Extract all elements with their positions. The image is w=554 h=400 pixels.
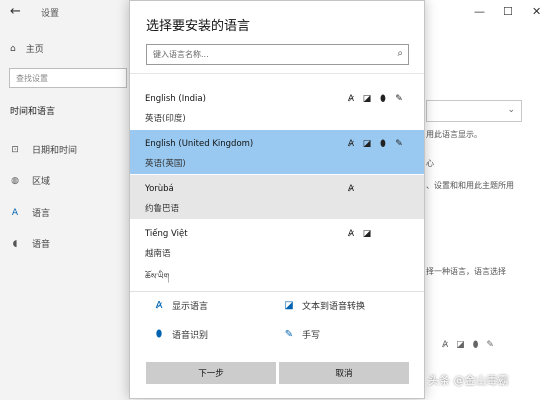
legend-label: 文本到语音转换 — [302, 302, 366, 312]
cancel-button[interactable]: 取消 — [279, 362, 409, 384]
divider — [130, 291, 424, 292]
background-feature-icons: A̷ ◪ ⬮ ✎ — [442, 340, 494, 350]
language-name: Tiếng Việt — [145, 229, 188, 239]
background-text: 心 — [426, 159, 434, 168]
legend-label: 语音识别 — [172, 331, 209, 341]
language-item-english-uk[interactable]: English (United Kingdom) 英语(英国) A̷ ◪ ⬮ ✎ — [130, 130, 424, 174]
search-icon[interactable]: ⌕ — [397, 48, 403, 59]
handwriting-icon: ✎ — [486, 340, 494, 350]
background-text: 择一种语言，语言选择 — [426, 267, 506, 276]
background-text: 、设置和和用此主题所用 — [426, 181, 514, 190]
home-icon: ⌂ — [10, 43, 16, 54]
divider — [130, 73, 424, 74]
sidebar-item-region[interactable]: ◍ 区域 — [10, 174, 51, 188]
calendar-icon: ⊡ — [11, 144, 19, 155]
sidebar-item-label: 语言 — [32, 209, 51, 219]
language-item-yoruba[interactable]: Yorùbá 约鲁巴语 A̷ — [130, 175, 424, 219]
speech-icon: ⬮ — [472, 340, 479, 350]
watermark: 头条 @金山毒霸 — [428, 374, 509, 387]
settings-sidebar: ← 设置 ⌂ 主页 查找设置 时间和语言 ⊡ 日期和时间 ◍ 区域 A 语言 ◖… — [0, 0, 130, 400]
language-name: English (India) — [145, 94, 206, 104]
section-heading: 时间和语言 — [10, 107, 56, 117]
sidebar-item-label: 区域 — [32, 177, 51, 187]
close-window-button[interactable]: ✕ — [532, 5, 541, 18]
tts-icon: ◪ — [362, 139, 372, 149]
feature-icons: A̷ ◪ ⬮ ✎ — [346, 139, 404, 149]
search-placeholder: 键入语言名称... — [153, 50, 209, 59]
legend-display-language: A̷ 显示语言 — [154, 299, 208, 312]
tts-icon: ◪ — [284, 300, 294, 311]
legend-label: 显示语言 — [172, 302, 209, 312]
language-native-name: 越南语 — [145, 249, 171, 259]
language-name: Yorùbá — [145, 184, 174, 194]
language-item-english-india[interactable]: English (India) 英语(印度) A̷ ◪ ⬮ ✎ — [130, 85, 424, 129]
handwriting-icon: ✎ — [284, 329, 294, 340]
next-button[interactable]: 下一步 — [146, 362, 276, 384]
legend-label: 手写 — [302, 331, 321, 341]
feature-icons: A̷ — [346, 184, 356, 194]
sidebar-item-date-time[interactable]: ⊡ 日期和时间 — [10, 143, 78, 157]
language-search-input[interactable]: 键入语言名称... ⌕ — [146, 44, 409, 65]
display-icon: A̷ — [347, 229, 355, 239]
language-name: English (United Kingdom) — [145, 139, 254, 149]
sidebar-item-language[interactable]: A 语言 — [10, 206, 51, 220]
language-native-name: 英语(印度) — [145, 114, 186, 124]
display-icon: A̷ — [347, 139, 355, 149]
mic-icon: ◖ — [12, 238, 18, 249]
display-icon: A̷ — [442, 340, 449, 350]
back-arrow-icon[interactable]: ← — [10, 4, 21, 19]
minimize-button[interactable]: — — [474, 5, 485, 18]
display-icon: A̷ — [347, 94, 355, 104]
sidebar-item-speech[interactable]: ◖ 语音 — [10, 237, 51, 251]
sidebar-item-label: 语音 — [32, 240, 51, 250]
settings-search-input[interactable]: 查找设置 — [9, 68, 127, 88]
background-text: 用此语言显示。 — [426, 130, 482, 139]
partial-language-item[interactable]: ཆོས་ཡིག — [145, 267, 169, 290]
tts-icon: ◪ — [456, 340, 465, 350]
language-native-name: 约鲁巴语 — [145, 204, 180, 214]
handwriting-icon: ✎ — [395, 139, 403, 149]
language-native-name: 英语(英国) — [145, 159, 186, 169]
language-item-vietnamese[interactable]: Tiếng Việt 越南语 A̷ ◪ — [130, 220, 424, 264]
legend-speech: ⬮ 语音识别 — [154, 328, 208, 341]
feature-icons: A̷ ◪ ⬮ ✎ — [346, 94, 404, 104]
display-language-dropdown[interactable]: ⌄ — [426, 100, 522, 122]
display-icon: A̷ — [155, 300, 163, 311]
speech-icon: ⬮ — [380, 94, 386, 104]
tts-icon: ◪ — [362, 94, 372, 104]
choose-language-dialog: 选择要安装的语言 键入语言名称... ⌕ English (India) 英语(… — [129, 0, 425, 399]
chevron-down-icon: ⌄ — [507, 105, 515, 115]
speech-icon: ⬮ — [380, 139, 386, 149]
tts-icon: ◪ — [362, 229, 372, 239]
handwriting-icon: ✎ — [395, 94, 403, 104]
sidebar-home[interactable]: ⌂ 主页 — [10, 42, 44, 56]
dialog-title: 选择要安装的语言 — [146, 19, 251, 34]
sidebar-item-label: 日期和时间 — [32, 146, 78, 156]
speech-icon: ⬮ — [155, 329, 163, 340]
maximize-button[interactable]: ☐ — [503, 5, 513, 18]
display-icon: A̷ — [347, 184, 355, 194]
home-label: 主页 — [25, 45, 44, 55]
globe-icon: ◍ — [11, 175, 19, 186]
language-icon: A — [11, 207, 19, 218]
settings-title: 设置 — [41, 9, 60, 19]
legend-tts: ◪ 文本到语音转换 — [284, 299, 365, 312]
legend-handwriting: ✎ 手写 — [284, 328, 320, 341]
feature-icons: A̷ ◪ — [346, 229, 372, 239]
